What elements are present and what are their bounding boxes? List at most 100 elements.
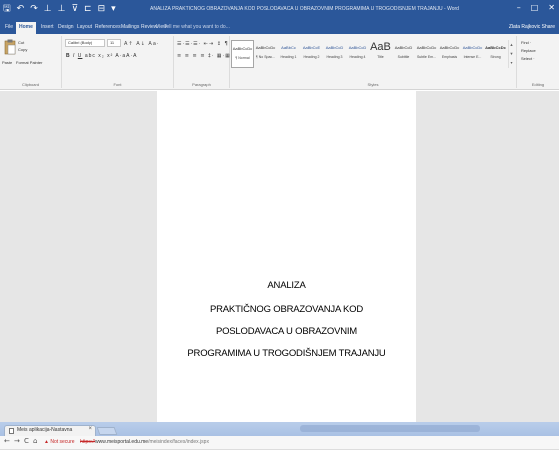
style-name: Heading 2 [303,55,320,59]
qat-tool-icon[interactable]: ⊥ [58,3,66,16]
reload-icon[interactable]: C [24,437,29,445]
style-subtle-emphasis[interactable]: AaBbCcDc Subtle Em... [415,40,438,68]
style-heading-2[interactable]: AaBbCcE Heading 2 [300,40,323,68]
minimize-icon[interactable]: – [517,3,521,12]
styles-label: Styles [367,82,379,87]
find-button[interactable]: Find · [521,40,531,45]
styles-group: AaBbCcDc ¶ Normal AaBbCcDc ¶ No Spac... … [230,36,517,88]
clipboard-label: Clipboard [21,82,40,87]
title-bar: 🖫 ↶ ↷ ⊥ ⊥ ⊽ ⊏ ⊟ ▾ ANALIZA PRAKTIČNOG OBR… [0,0,559,20]
style-sample: AaBbCcDc [255,45,276,50]
styles-gallery-scroll[interactable]: ▲ ▼ ▾ [508,40,514,68]
style-sample: AaBbCcD [394,45,413,50]
style-title[interactable]: AaB Title [369,40,392,68]
font-grow-shrink-buttons[interactable]: A↑ A↓ Aa· [124,41,159,47]
style-name: Title [377,55,384,59]
list-buttons[interactable]: ☰·☰·☰· ⇤⇥ ↕ ¶ [177,41,229,47]
redo-icon[interactable]: ↷ [30,3,38,16]
qat-tool-icon[interactable]: ⊽ [71,3,78,16]
save-icon[interactable]: 🖫 [3,3,11,16]
tab-home[interactable]: Home [16,22,36,34]
style-normal[interactable]: AaBbCcDc ¶ Normal [231,40,254,68]
font-group: Calibri (Body) 11 A↑ A↓ Aa· B I U abc x₂… [62,36,174,88]
word-window: 🖫 ↶ ↷ ⊥ ⊥ ⊽ ⊏ ⊟ ▾ ANALIZA PRAKTIČNOG OBR… [0,0,559,422]
style-name: Subtitle [397,55,410,59]
cut-button[interactable]: Cut [18,40,24,45]
style-sample: AaBbCcDc [439,45,460,50]
style-name: Subtle Em... [416,55,437,59]
clipboard-group: Cut Copy Paste Format Painter Clipboard [0,36,62,88]
style-sample: AaB [370,41,391,53]
underline-button[interactable]: U [78,53,83,59]
style-sample: AaBbCcE [302,45,321,50]
maximize-icon[interactable]: □ [531,3,539,12]
ribbon-tabs: File Home Insert Design Layout Reference… [0,20,559,34]
tab-file[interactable]: File [2,22,16,32]
chevron-up-icon[interactable]: ▲ [509,40,514,49]
browser-tab-title: Meis aplikacija-Nastavna [17,427,73,433]
style-heading-4[interactable]: AaBbCcD Heading 4 [346,40,369,68]
customize-qat-icon[interactable]: ▾ [111,3,116,16]
new-tab-button[interactable] [96,427,118,435]
style-name: Intense E... [463,55,482,59]
italic-button[interactable]: I [73,53,75,59]
bold-button[interactable]: B [66,53,71,59]
doc-heading-line[interactable]: POSLODAVACA U OBRAZOVNIM [157,326,416,337]
style-sample: AaBbCcDc [416,45,437,50]
style-sample: AaBbCcD [325,45,344,50]
paste-label[interactable]: Paste [2,60,12,65]
style-name: Strong [490,55,501,59]
share-button[interactable]: Zlata Rajkovic Share [509,22,555,32]
replace-button[interactable]: Replace [521,48,536,53]
home-icon[interactable]: ⌂ [33,437,37,445]
style-heading-3[interactable]: AaBbCcD Heading 3 [323,40,346,68]
not-secure-badge[interactable]: ▲ Not secure [44,439,75,445]
style-heading-1[interactable]: AaBbCc Heading 1 [277,40,300,68]
close-icon[interactable]: ✕ [548,3,555,12]
tell-me-search[interactable]: Tell me what you want to do... [164,22,230,32]
back-icon[interactable]: ← [4,437,10,445]
select-button[interactable]: Select · [521,56,535,61]
style-sample: AaBbCcD [348,45,367,50]
document-page[interactable]: ANALIZA PRAKTIČNOG OBRAZOVANJA KOD POSLO… [157,91,416,422]
font-name-box[interactable]: Calibri (Body) [65,39,105,47]
style-intense-emphasis[interactable]: AaBbCcDc Intense E... [461,40,484,68]
ribbon-home: Cut Copy Paste Format Painter Clipboard … [0,34,559,90]
document-canvas[interactable]: ANALIZA PRAKTIČNOG OBRAZOVANJA KOD POSLO… [0,91,559,422]
paste-icon[interactable] [4,39,16,56]
style-name: Emphasis [441,55,458,59]
style-sample: AaBbCcDc [232,46,253,51]
alignment-buttons[interactable]: ≡ ≡ ≡ ≡ ‡· ▦·▦· [177,53,233,59]
style-name: ¶ No Spac... [255,55,276,59]
copy-button[interactable]: Copy [18,47,27,52]
style-name: Heading 1 [280,55,297,59]
font-size-box[interactable]: 11 [107,39,121,47]
style-no-spacing[interactable]: AaBbCcDc ¶ No Spac... [254,40,277,68]
tab-insert[interactable]: Insert [38,22,57,32]
style-strong[interactable]: AaBbCcDc Strong [484,40,507,68]
close-tab-icon[interactable]: × [88,426,92,432]
font-effects-buttons[interactable]: abc x₂ x² A·aA·A [85,53,138,59]
quick-access-toolbar: 🖫 ↶ ↷ ⊥ ⊥ ⊽ ⊏ ⊟ ▾ [3,3,116,16]
chevron-down-icon[interactable]: ▼ [509,49,514,58]
style-subtitle[interactable]: AaBbCcD Subtitle [392,40,415,68]
address-bar[interactable]: https://www.meisportal.edu.me/meisindex/… [80,439,209,445]
style-emphasis[interactable]: AaBbCcDc Emphasis [438,40,461,68]
page-icon [9,428,14,434]
qat-tool-icon[interactable]: ⊏ [84,3,92,16]
format-painter-button[interactable]: Format Painter [16,60,42,65]
window-title: ANALIZA PRAKTIČNOG OBRAZOVANJA KOD POSLO… [150,6,459,12]
doc-heading-line[interactable]: PROGRAMIMA U TROGODIŠNJEM TRAJANJU [157,348,416,359]
paragraph-group: ☰·☰·☰· ⇤⇥ ↕ ¶ ≡ ≡ ≡ ≡ ‡· ▦·▦· Paragraph [174,36,233,88]
qat-tool-icon[interactable]: ⊥ [44,3,52,16]
browser-tab[interactable]: Meis aplikacija-Nastavna × [4,425,96,436]
style-sample: AaBbCc [281,45,296,50]
undo-icon[interactable]: ↶ [17,3,25,16]
style-name: Heading 4 [349,55,366,59]
style-name: ¶ Normal [235,56,250,60]
doc-heading-line[interactable]: PRAKTIČNOG OBRAZOVANJA KOD [157,304,416,315]
more-icon[interactable]: ▾ [509,58,514,67]
doc-heading-line[interactable]: ANALIZA [157,280,416,291]
qat-tool-icon[interactable]: ⊟ [98,3,106,16]
forward-icon[interactable]: → [14,437,20,445]
